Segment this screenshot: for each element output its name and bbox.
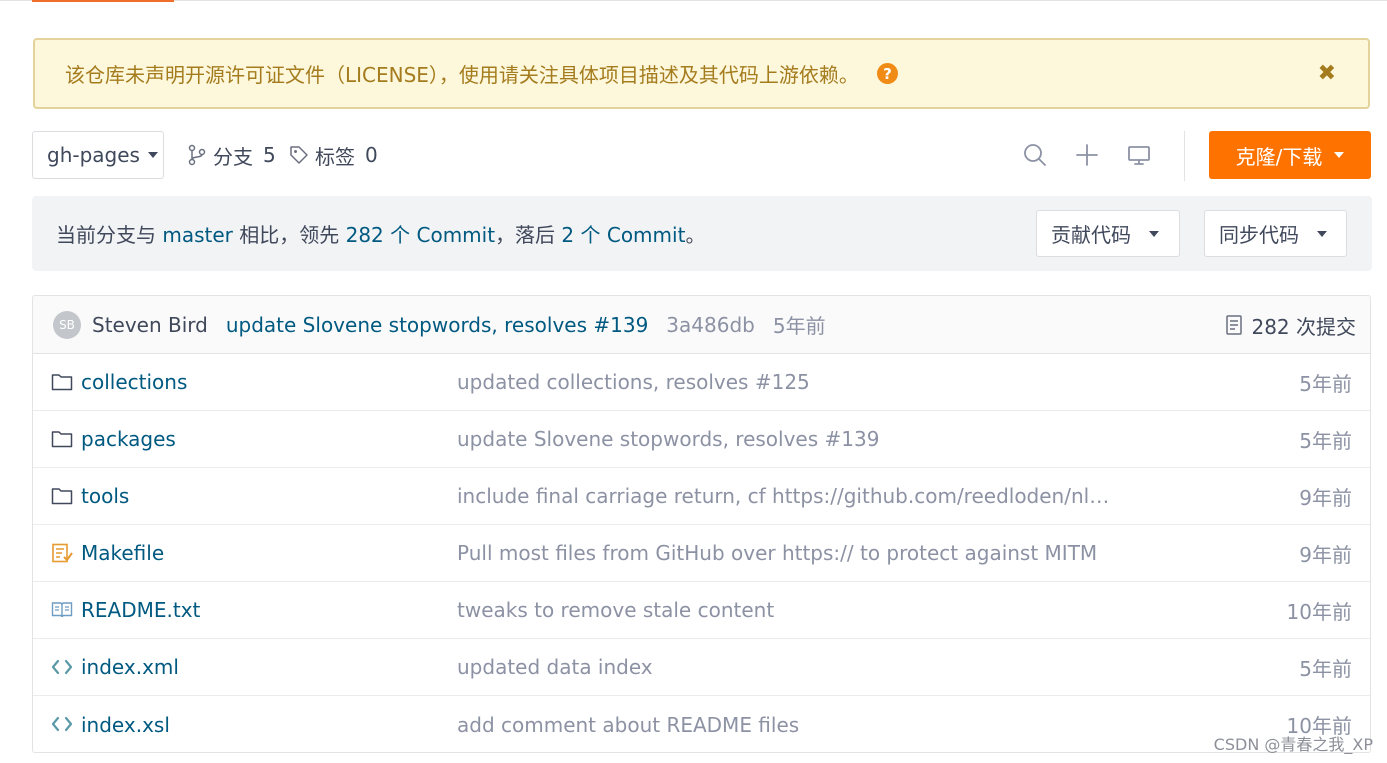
search-icon[interactable] <box>1022 142 1048 168</box>
contribute-code-button[interactable]: 贡献代码 <box>1036 210 1180 257</box>
contribute-code-label: 贡献代码 <box>1051 223 1131 247</box>
latest-commit-header: SB Steven Bird update Slovene stopwords,… <box>33 296 1370 354</box>
caret-down-icon <box>1317 230 1327 237</box>
avatar[interactable]: SB <box>53 310 81 339</box>
code-icon <box>51 657 73 677</box>
caret-down-icon <box>147 152 158 158</box>
repo-page: 该仓库未声明开源许可证文件（LICENSE），使用请关注具体项目描述及其代码上游… <box>0 0 1387 763</box>
watermark: CSDN @青春之我_XP <box>1213 735 1373 754</box>
active-tab-indicator <box>32 0 174 2</box>
commit-author[interactable]: Steven Bird <box>92 313 208 337</box>
file-commit-time: 9年前 <box>1299 485 1352 510</box>
compare-mid-text: 相比，领先 <box>239 223 340 247</box>
close-icon[interactable]: ✖ <box>1318 61 1336 86</box>
clone-download-label: 克隆/下载 <box>1235 144 1323 169</box>
file-commit-message[interactable]: tweaks to remove stale content <box>457 598 774 622</box>
file-commit-message[interactable]: Pull most files from GitHub over https:/… <box>457 541 1097 565</box>
folder-icon <box>51 486 73 506</box>
file-table: SB Steven Bird update Slovene stopwords,… <box>32 295 1371 753</box>
readme-icon <box>51 600 73 620</box>
file-commit-time: 9年前 <box>1299 542 1352 567</box>
compare-prefix: 当前分支与 <box>56 223 156 247</box>
branches-count: 5 <box>263 143 276 167</box>
file-row[interactable]: README.txt tweaks to remove stale content… <box>33 582 1370 639</box>
commit-sha[interactable]: 3a486db <box>666 313 755 337</box>
file-row[interactable]: tools include final carriage return, cf h… <box>33 468 1370 525</box>
add-file-icon[interactable] <box>1074 142 1100 168</box>
file-commit-message[interactable]: include final carriage return, cf https:… <box>457 484 1117 508</box>
file-name-link[interactable]: tools <box>81 484 129 508</box>
file-commit-message[interactable]: add comment about README files <box>457 713 799 737</box>
file-row[interactable]: Makefile Pull most files from GitHub over… <box>33 525 1370 582</box>
branch-selector[interactable]: gh-pages <box>32 131 164 179</box>
file-commit-time: 5年前 <box>1299 656 1352 681</box>
branch-selector-label: gh-pages <box>47 143 140 167</box>
file-row[interactable]: collections updated collections, resolves… <box>33 354 1370 411</box>
base-branch-link[interactable]: master <box>162 223 233 247</box>
file-commit-time: 5年前 <box>1299 371 1352 396</box>
behind-commits-link[interactable]: 2 个 Commit <box>561 223 685 247</box>
compare-mid2-text: ，落后 <box>495 223 556 247</box>
branches-label: 分支 <box>213 144 253 169</box>
branch-icon <box>188 144 206 166</box>
compare-suffix: 。 <box>685 223 706 247</box>
folder-icon <box>51 372 73 392</box>
caret-down-icon <box>1149 230 1159 237</box>
folder-icon <box>51 429 73 449</box>
file-row[interactable]: packages update Slovene stopwords, resolv… <box>33 411 1370 468</box>
commit-count-link[interactable]: 282 次提交 <box>1225 296 1356 354</box>
commit-count-label: 282 次提交 <box>1251 314 1356 339</box>
tags-link[interactable]: 标签 0 <box>289 140 378 170</box>
file-name-link[interactable]: Makefile <box>81 541 164 565</box>
compare-text: 当前分支与 master 相比，领先 282 个 Commit，落后 2 个 C… <box>56 219 705 248</box>
file-commit-message[interactable]: update Slovene stopwords, resolves #139 <box>457 427 879 451</box>
makefile-icon <box>51 543 73 563</box>
file-commit-time: 10年前 <box>1286 599 1352 624</box>
code-icon <box>51 714 73 734</box>
commit-history-icon <box>1226 315 1243 335</box>
file-row[interactable]: index.xsl add comment about README files 1… <box>33 696 1370 752</box>
web-ide-icon[interactable] <box>1126 142 1152 168</box>
sync-code-button[interactable]: 同步代码 <box>1204 210 1347 257</box>
file-commit-time: 5年前 <box>1299 428 1352 453</box>
latest-commit-message[interactable]: update Slovene stopwords, resolves #139 <box>226 313 648 337</box>
file-row[interactable]: index.xml updated data index 5年前 <box>33 639 1370 696</box>
file-name-link[interactable]: collections <box>81 370 187 394</box>
tags-label: 标签 <box>315 144 355 169</box>
file-name-link[interactable]: index.xsl <box>81 713 170 737</box>
file-name-link[interactable]: packages <box>81 427 176 451</box>
file-name-link[interactable]: README.txt <box>81 598 200 622</box>
file-name-link[interactable]: index.xml <box>81 655 179 679</box>
tags-count: 0 <box>365 143 378 167</box>
file-commit-message[interactable]: updated collections, resolves #125 <box>457 370 810 394</box>
commit-time: 5年前 <box>772 314 826 338</box>
caret-down-icon <box>1334 152 1345 158</box>
license-warning-text: 该仓库未声明开源许可证文件（LICENSE），使用请关注具体项目描述及其代码上游… <box>65 63 859 87</box>
branches-link[interactable]: 分支 5 <box>187 140 276 170</box>
top-divider <box>0 0 1387 1</box>
license-warning-banner: 该仓库未声明开源许可证文件（LICENSE），使用请关注具体项目描述及其代码上游… <box>33 38 1370 109</box>
tag-icon <box>290 146 308 164</box>
sync-code-label: 同步代码 <box>1219 223 1299 247</box>
file-list: collections updated collections, resolves… <box>33 354 1370 752</box>
help-icon[interactable]: ? <box>876 63 898 84</box>
toolbar-divider <box>1184 131 1185 181</box>
file-commit-message[interactable]: updated data index <box>457 655 653 679</box>
clone-download-button[interactable]: 克隆/下载 <box>1209 131 1371 179</box>
ahead-commits-link[interactable]: 282 个 Commit <box>346 223 495 247</box>
